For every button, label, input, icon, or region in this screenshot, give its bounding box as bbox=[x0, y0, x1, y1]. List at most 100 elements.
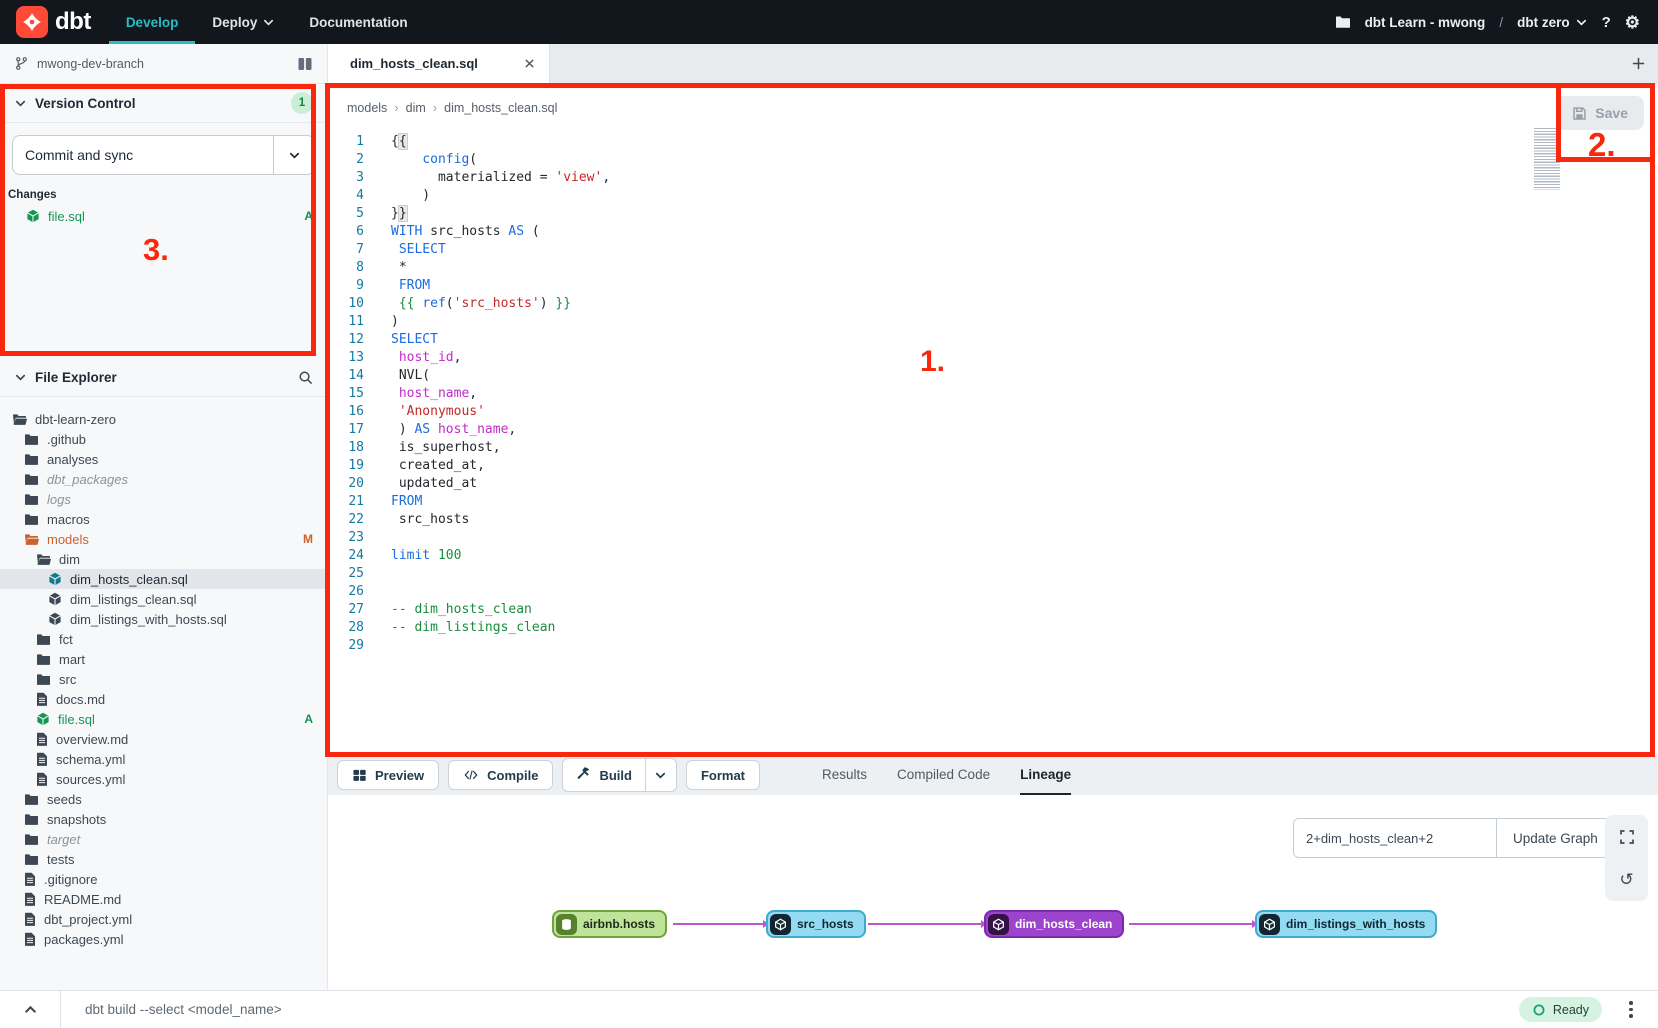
file-tree-item-dbt-project-yml[interactable]: dbt_project.yml bbox=[0, 909, 327, 929]
build-options-caret[interactable] bbox=[645, 759, 676, 791]
fullscreen-icon[interactable] bbox=[1605, 815, 1648, 858]
file-tree-item-macros[interactable]: macros bbox=[0, 509, 327, 529]
gear-icon[interactable]: ⚙ bbox=[1625, 14, 1640, 31]
kebab-menu-icon[interactable] bbox=[1616, 1001, 1646, 1018]
button-label: Format bbox=[701, 768, 745, 783]
code-line: -- dim_hosts_clean bbox=[391, 601, 1628, 619]
file-tree-item-label: docs.md bbox=[56, 692, 105, 707]
file-tree-item-dim[interactable]: dim bbox=[0, 549, 327, 569]
file-tree-item-analyses[interactable]: analyses bbox=[0, 449, 327, 469]
file-tree-item-src[interactable]: src bbox=[0, 669, 327, 689]
file-tree-item-dim-listings-clean-sql[interactable]: dim_listings_clean.sql bbox=[0, 589, 327, 609]
tab-compiled-code[interactable]: Compiled Code bbox=[897, 755, 990, 795]
file-tree-item-dbt-learn-zero[interactable]: dbt-learn-zero bbox=[0, 409, 327, 429]
file-tree-item-dbt-packages[interactable]: dbt_packages bbox=[0, 469, 327, 489]
docs-panel-icon[interactable] bbox=[297, 57, 313, 71]
line-number: 17 bbox=[328, 421, 372, 439]
file-tree-item-schema-yml[interactable]: schema.yml bbox=[0, 749, 327, 769]
file-tree-item-logs[interactable]: logs bbox=[0, 489, 327, 509]
file-tree-item-readme-md[interactable]: README.md bbox=[0, 889, 327, 909]
command-input[interactable]: dbt build --select <model_name> bbox=[60, 991, 1519, 1028]
code-line bbox=[391, 565, 1628, 583]
project-selector[interactable]: dbt zero bbox=[1517, 15, 1588, 30]
file-tree-item-sources-yml[interactable]: sources.yml bbox=[0, 769, 327, 789]
nav-item-deploy[interactable]: Deploy bbox=[195, 0, 292, 44]
file-tree-item-label: overview.md bbox=[56, 732, 128, 747]
lineage-edge bbox=[1129, 923, 1253, 925]
preview-button[interactable]: Preview bbox=[337, 760, 439, 790]
breadcrumb-separator: › bbox=[433, 100, 437, 115]
file-tree-item--gitignore[interactable]: .gitignore bbox=[0, 869, 327, 889]
commit-options-caret[interactable] bbox=[273, 136, 314, 174]
close-icon[interactable] bbox=[524, 58, 535, 69]
tab-results[interactable]: Results bbox=[822, 755, 867, 795]
file-tree-item-models[interactable]: modelsM bbox=[0, 529, 327, 549]
line-number: 29 bbox=[328, 637, 372, 655]
update-graph-button[interactable]: Update Graph bbox=[1496, 819, 1614, 857]
save-button[interactable]: Save bbox=[1556, 96, 1644, 130]
reset-view-icon[interactable]: ↺ bbox=[1605, 858, 1648, 901]
file-tree-item-dim-hosts-clean-sql[interactable]: dim_hosts_clean.sql bbox=[0, 569, 327, 589]
code-line: WITH src_hosts AS ( bbox=[391, 223, 1628, 241]
nav-item-develop[interactable]: Develop bbox=[109, 0, 196, 44]
file-tree-item--github[interactable]: .github bbox=[0, 429, 327, 449]
lineage-node-airbnb-hosts[interactable]: airbnb.hosts bbox=[552, 910, 667, 938]
code-line bbox=[391, 529, 1628, 547]
folder-icon bbox=[36, 653, 51, 666]
file-tree-item-file-sql[interactable]: file.sqlA bbox=[0, 709, 327, 729]
file-tree-item-tests[interactable]: tests bbox=[0, 849, 327, 869]
compile-button[interactable]: Compile bbox=[448, 760, 553, 790]
status-badge: Ready bbox=[1519, 997, 1602, 1022]
top-navbar: dbt Develop Deploy Documentation dbt Learn… bbox=[0, 0, 1658, 44]
breadcrumb-models[interactable]: models bbox=[347, 101, 387, 115]
code-line: src_hosts bbox=[391, 511, 1628, 529]
commit-and-sync-button[interactable]: Commit and sync bbox=[12, 135, 315, 175]
file-tree-item-label: .gitignore bbox=[44, 872, 97, 887]
file-tree-item-target[interactable]: target bbox=[0, 829, 327, 849]
build-button[interactable]: Build bbox=[562, 758, 677, 792]
lineage-node-label: airbnb.hosts bbox=[583, 917, 655, 931]
changed-file-row[interactable]: file.sql A bbox=[0, 205, 327, 227]
tab-lineage[interactable]: Lineage bbox=[1020, 755, 1071, 795]
lineage-node-src-hosts[interactable]: src_hosts bbox=[766, 910, 866, 938]
code-area[interactable]: 1234567891011121314151617181920212223242… bbox=[328, 133, 1658, 755]
file-tree-item-fct[interactable]: fct bbox=[0, 629, 327, 649]
result-tabs: Results Compiled Code Lineage bbox=[822, 755, 1071, 795]
line-number: 18 bbox=[328, 439, 372, 457]
nav-item-label: Deploy bbox=[212, 15, 257, 30]
nav-item-label: Documentation bbox=[309, 15, 407, 30]
branch-name[interactable]: mwong-dev-branch bbox=[37, 57, 144, 71]
nav-item-documentation[interactable]: Documentation bbox=[292, 0, 424, 44]
code-line: FROM bbox=[391, 277, 1628, 295]
file-tree-item-docs-md[interactable]: docs.md bbox=[0, 689, 327, 709]
file-tree-item-label: seeds bbox=[47, 792, 82, 807]
version-control-header[interactable]: Version Control 1 bbox=[0, 84, 327, 123]
file-tree-item-label: tests bbox=[47, 852, 74, 867]
line-number: 1 bbox=[328, 133, 372, 151]
file-tree-item-dim-listings-with-hosts-sql[interactable]: dim_listings_with_hosts.sql bbox=[0, 609, 327, 629]
format-button[interactable]: Format bbox=[686, 760, 760, 790]
file-tree-item-seeds[interactable]: seeds bbox=[0, 789, 327, 809]
help-button[interactable]: ? bbox=[1602, 14, 1611, 31]
search-icon[interactable] bbox=[298, 370, 313, 385]
file-tree-item-label: dim_listings_clean.sql bbox=[70, 592, 196, 607]
file-tree-item-packages-yml[interactable]: packages.yml bbox=[0, 929, 327, 949]
chevron-up-icon[interactable] bbox=[0, 1002, 60, 1017]
file-tree-item-mart[interactable]: mart bbox=[0, 649, 327, 669]
new-tab-button[interactable] bbox=[1631, 56, 1646, 71]
lineage-filter-input[interactable] bbox=[1294, 819, 1496, 857]
breadcrumb-file[interactable]: dim_hosts_clean.sql bbox=[444, 101, 557, 115]
file-tree-item-snapshots[interactable]: snapshots bbox=[0, 809, 327, 829]
cube-line-icon bbox=[988, 914, 1009, 935]
lineage-node-dim-listings-with-hosts[interactable]: dim_listings_with_hosts bbox=[1255, 910, 1437, 938]
lineage-node-dim-hosts-clean[interactable]: dim_hosts_clean bbox=[984, 910, 1124, 938]
file-tree-item-overview-md[interactable]: overview.md bbox=[0, 729, 327, 749]
tab-label: dim_hosts_clean.sql bbox=[350, 56, 478, 71]
dbt-logo[interactable]: dbt bbox=[0, 0, 109, 44]
file-explorer-header[interactable]: File Explorer bbox=[0, 358, 327, 397]
breadcrumb-dim[interactable]: dim bbox=[406, 101, 426, 115]
tab-dim-hosts-clean[interactable]: dim_hosts_clean.sql bbox=[328, 44, 550, 83]
code-line: SELECT bbox=[391, 241, 1628, 259]
account-name[interactable]: dbt Learn - mwong bbox=[1365, 15, 1486, 30]
file-tree-item-label: dim_listings_with_hosts.sql bbox=[70, 612, 227, 627]
